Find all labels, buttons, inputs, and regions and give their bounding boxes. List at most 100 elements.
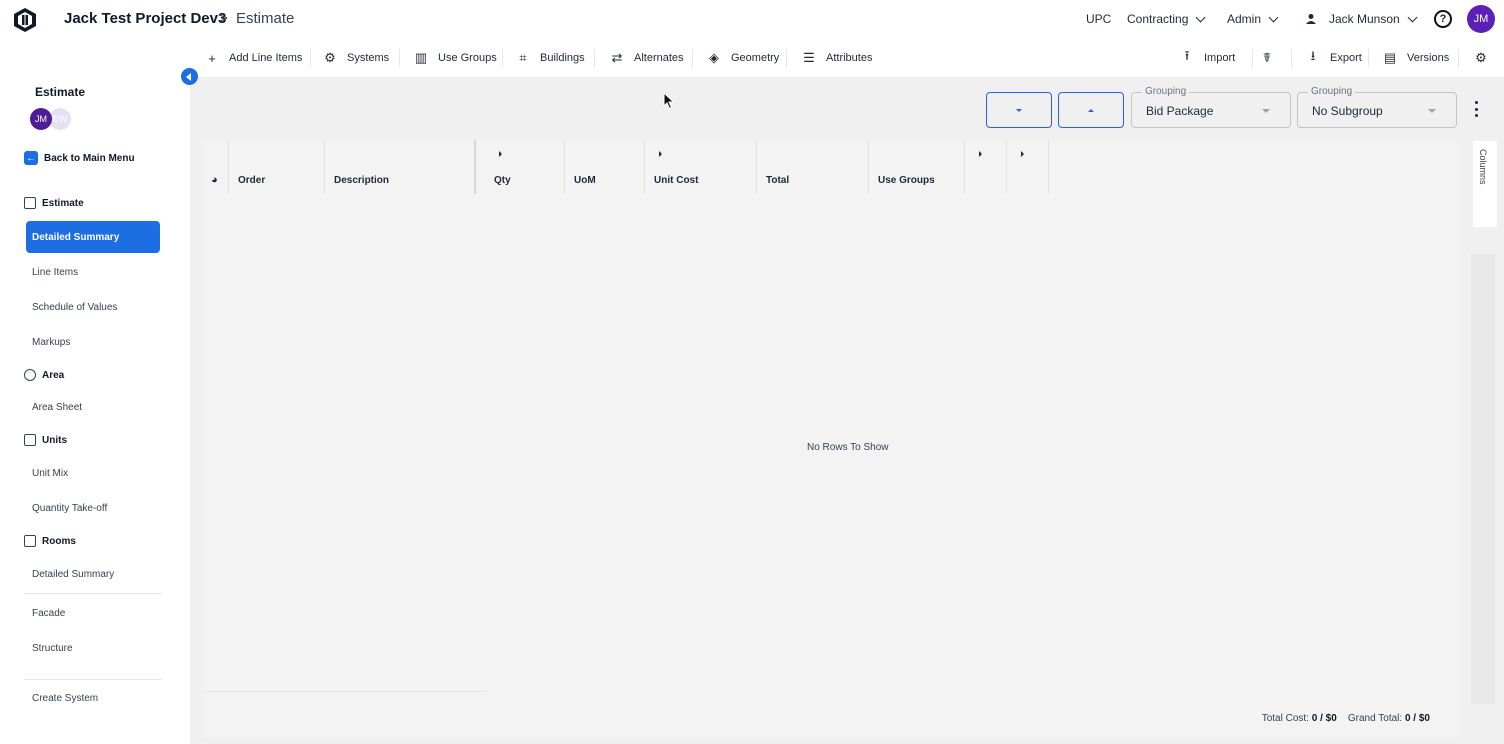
import-label: Import [1204,52,1236,64]
toolbar-divider [310,49,311,67]
columns-tab-label: Columns [1478,149,1488,185]
sidebar-item-unit-mix[interactable]: Unit Mix [32,468,68,479]
column-header-use-groups[interactable]: Use Groups [869,140,965,194]
toolbar-divider [1458,49,1459,67]
use-groups-label: Use Groups [438,52,497,64]
vertical-scrollbar[interactable] [1471,254,1495,704]
admin-label: Admin [1227,12,1262,26]
column-header-group[interactable] [965,140,1007,194]
app-logo-icon[interactable] [12,7,38,33]
column-header-qty[interactable]: Qty [485,140,565,194]
person-icon [1306,14,1316,24]
download-icon: ⭳ [1310,48,1316,63]
sidebar-item-facade[interactable]: Facade [32,608,65,619]
buildings-button[interactable]: ⌗ Buildings [516,39,584,77]
contracting-menu[interactable]: Contracting [1127,0,1206,38]
expand-icon[interactable] [979,151,982,157]
more-options-icon[interactable] [1475,101,1479,117]
user-name: Jack Munson [1329,12,1400,26]
collapse-all-button[interactable] [986,92,1052,128]
admin-menu[interactable]: Admin [1227,0,1279,38]
dropdown-arrow-icon [1428,109,1436,113]
settings-button[interactable]: ⚙ [1474,39,1498,77]
collapse-sidebar-button[interactable] [181,68,198,85]
export-button[interactable]: ⭳ Export [1306,39,1362,77]
avatar[interactable]: EW [49,108,71,130]
sidebar-item-schedule-of-values[interactable]: Schedule of Values [32,302,117,313]
section-label: Units [42,434,67,446]
sidebar-divider [24,679,162,680]
expand-icon[interactable] [499,151,502,157]
gears-icon: ⚙ [324,50,336,65]
column-label: Unit Cost [654,175,699,186]
expand-icon[interactable] [659,151,662,157]
expand-all-button[interactable] [1058,92,1124,128]
import-button[interactable]: ⭱ Import [1180,39,1235,77]
column-label: Order [238,175,266,186]
avatar[interactable]: JM [30,108,52,130]
alternates-button[interactable]: ⇄ Alternates [610,39,684,77]
systems-label: Systems [347,52,390,64]
column-header-total[interactable]: Total [757,140,869,194]
column-header-description[interactable]: Description [325,140,476,194]
archive-icon: ▤ [1383,50,1397,65]
units-icon [24,434,36,446]
column-label: Total [766,175,790,186]
column-header-unit-cost[interactable]: Unit Cost [645,140,757,194]
add-line-items-button[interactable]: + Add Line Items [205,39,302,77]
use-groups-button[interactable]: ▥ Use Groups [414,39,497,77]
systems-button[interactable]: ⚙ Systems [323,39,389,77]
attributes-label: Attributes [826,52,873,64]
sidebar-item-quantity-take-off[interactable]: Quantity Take-off [32,503,107,514]
arrow-left-icon: ← [24,151,38,165]
geometry-button[interactable]: ◈ Geometry [707,39,779,77]
grand-total-value: 0 / $0 [1404,713,1430,724]
grid-totals: Total Cost: 0 / $0 Grand Total: 0 / $0 [1262,713,1430,724]
grid-header: ◕ Order Description Qty UoM Unit Cost To… [202,140,1052,194]
cube-icon: ◈ [709,50,719,65]
versions-button[interactable]: ▤ Versions [1383,39,1449,77]
versions-label: Versions [1407,52,1450,64]
section-estimate: Estimate [24,196,84,210]
sidebar-item-markups[interactable]: Markups [32,337,70,348]
rooms-icon [24,535,36,547]
column-header-color[interactable]: ◕ [202,140,229,194]
main-panel: Grouping Bid Package Grouping No Subgrou… [190,77,1504,744]
upc-link[interactable]: UPC [1086,0,1111,38]
grand-total-label: Grand Total: [1347,713,1403,724]
sidebar-item-area-sheet[interactable]: Area Sheet [32,402,82,413]
stethoscope-button[interactable]: ☤ [1260,39,1284,77]
column-header-uom[interactable]: UoM [565,140,645,194]
upc-label: UPC [1086,12,1112,26]
add-line-items-label: Add Line Items [229,52,303,64]
sidebar-item-line-items[interactable]: Line Items [32,267,78,278]
section-rooms: Rooms [24,534,76,548]
toolbar-divider [594,49,595,67]
upload-icon: ⭱ [1184,48,1190,63]
grouping-select[interactable]: Grouping Bid Package [1131,86,1291,128]
sidebar-item-detailed-summary[interactable]: Detailed Summary [26,221,160,253]
columns-panel-tab[interactable]: Columns [1473,141,1497,227]
expand-icon[interactable] [1021,151,1024,157]
grouping-value: Bid Package [1146,104,1214,118]
section-area: Area [24,368,64,382]
attributes-button[interactable]: ☰ Attributes [802,39,872,77]
subgroup-select[interactable]: Grouping No Subgroup [1297,86,1457,128]
toolbar-divider [502,49,503,67]
sidebar-title: Estimate [35,85,86,99]
chevron-down-icon [1195,12,1206,22]
frame-icon: ⌗ [519,50,527,65]
user-menu[interactable]: Jack Munson [1305,0,1418,38]
toolbar-divider [1291,49,1292,67]
sidebar-item-rooms-detailed-summary[interactable]: Detailed Summary [32,569,114,580]
column-header-order[interactable]: Order [229,140,325,194]
horizontal-scrollbar[interactable] [202,691,484,705]
back-to-main-menu-button[interactable]: ← Back to Main Menu [24,151,135,165]
sidebar-item-structure[interactable]: Structure [32,643,73,654]
toolbar-divider [399,49,400,67]
breadcrumb-project[interactable]: Jack Test Project Dev3 [64,10,226,27]
column-header-group[interactable] [1007,140,1049,194]
avatar[interactable]: JM [1467,5,1495,33]
sidebar-item-create-system[interactable]: Create System [32,693,98,704]
help-icon[interactable]: ? [1434,10,1452,28]
